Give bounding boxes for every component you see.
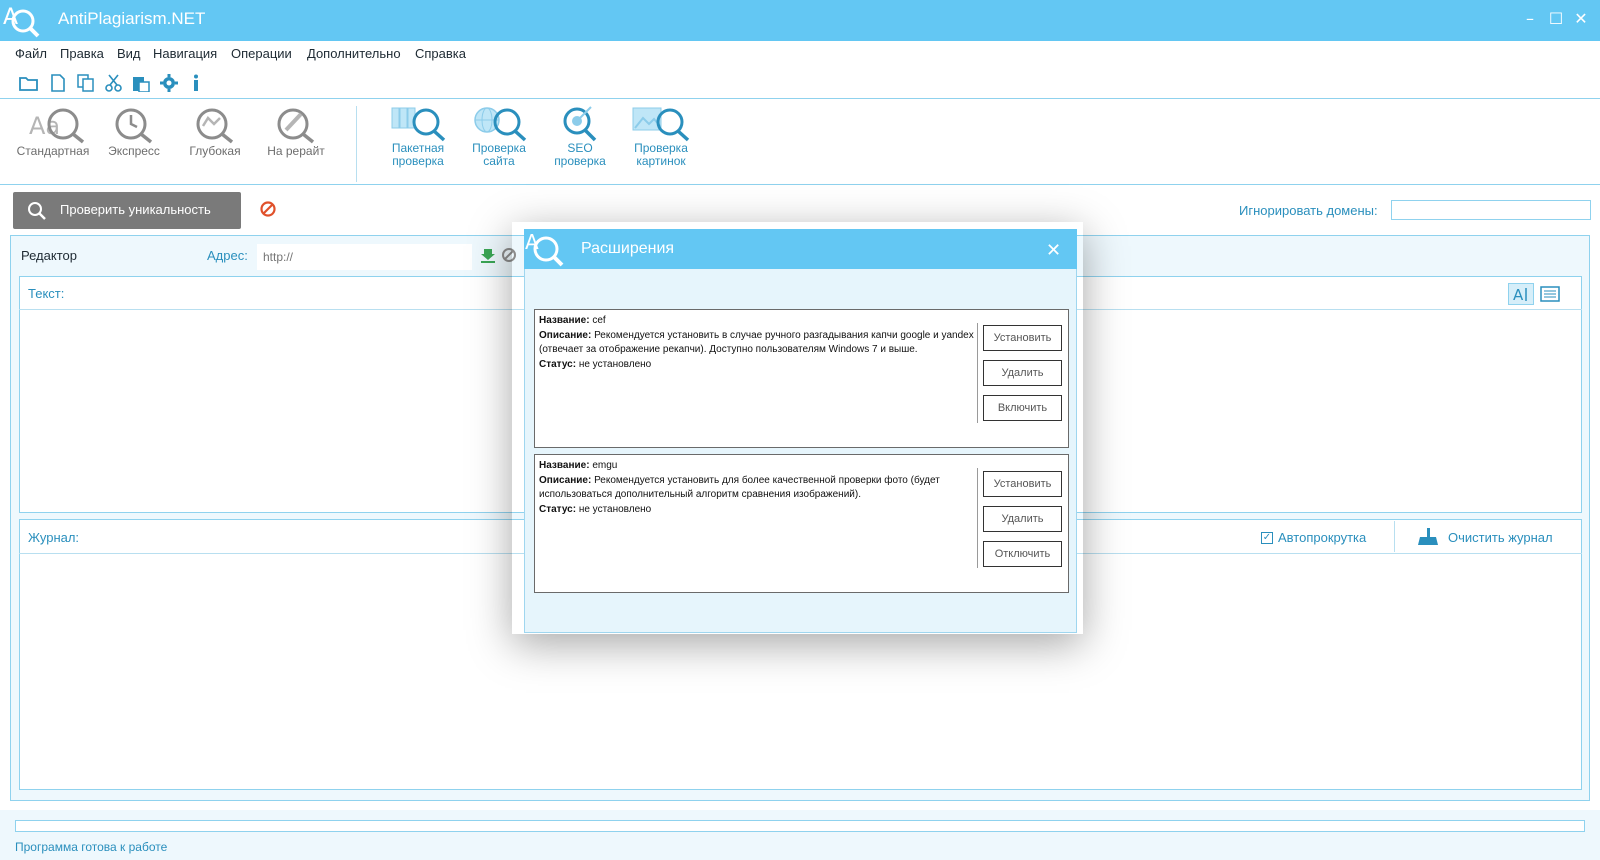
dialog-close-icon[interactable]: ✕ [1046, 240, 1061, 261]
menu-file[interactable]: Файл [15, 46, 47, 61]
menu-navigation[interactable]: Навигация [153, 46, 217, 61]
app-title: AntiPlagiarism.NET [58, 9, 206, 28]
site-globe-icon [474, 107, 527, 142]
close-icon[interactable]: ✕ [1570, 9, 1592, 31]
menu-view[interactable]: Вид [117, 46, 141, 61]
batch-check-icon [391, 107, 446, 142]
ribbon-rewrite-label: На рерайт [267, 144, 325, 158]
deep-check-icon [196, 108, 234, 144]
editor-label: Редактор [21, 248, 77, 263]
ribbon-site-label-line2: сайта [483, 154, 515, 168]
enable-button-cef[interactable]: Включить [983, 395, 1062, 421]
ext-desc: Рекомендуется установить для более качес… [539, 474, 940, 501]
menu-help[interactable]: Справка [415, 46, 466, 61]
ext-status: не установлено [578, 358, 652, 370]
open-folder-icon[interactable] [19, 74, 38, 92]
disable-button-emgu[interactable]: Отключить [983, 541, 1062, 567]
remove-button-emgu[interactable]: Удалить [983, 506, 1062, 532]
ext-desc: Рекомендуется установить в случае ручног… [539, 329, 974, 356]
info-icon[interactable] [191, 74, 209, 92]
copy-icon[interactable] [77, 74, 95, 92]
ext-name: cef [592, 315, 606, 326]
seo-target-icon [563, 106, 597, 142]
ext-name: emgu [592, 460, 618, 471]
dialog-logo-icon: A [524, 229, 568, 273]
ext-desc-label: Описание: [539, 474, 592, 486]
stop-cancel-icon[interactable] [259, 200, 277, 222]
toolbar-divider [0, 98, 1600, 99]
ribbon-express-button[interactable]: Экспресс [89, 104, 179, 158]
standard-check-icon: Aa [29, 108, 85, 144]
ignore-domains-input[interactable] [1391, 200, 1591, 220]
ribbon-deep-label: Глубокая [189, 144, 241, 158]
menu-edit[interactable]: Правка [60, 46, 104, 61]
ext-divider [977, 468, 978, 568]
ignore-domains-label: Игнорировать домены: [1239, 203, 1378, 218]
check-uniqueness-button[interactable]: Проверить уникальность [13, 192, 241, 229]
address-label: Адрес: [207, 248, 248, 263]
progress-bar [15, 820, 1585, 832]
ribbon-rewrite-button[interactable]: На рерайт [251, 104, 341, 158]
autoscroll-checkbox[interactable]: ✓ [1261, 532, 1273, 544]
ribbon-batch-label-line2: проверка [392, 154, 444, 168]
images-picture-icon [632, 107, 690, 142]
log-label: Журнал: [28, 530, 80, 545]
search-icon [28, 202, 46, 220]
maximize-icon[interactable]: ☐ [1545, 9, 1567, 31]
ribbon-divider [0, 184, 1600, 185]
text-mode-icon[interactable]: A [1508, 283, 1534, 305]
app-logo-icon: A [2, 2, 42, 44]
express-clock-icon [115, 108, 153, 144]
ribbon-seo-button[interactable]: SEO проверка [535, 104, 625, 168]
ribbon-deep-button[interactable]: Глубокая [170, 104, 260, 158]
clear-log-button[interactable]: Очистить журнал [1448, 530, 1553, 545]
ribbon-images-label-line2: картинок [636, 154, 686, 168]
extension-info-emgu: Название: emgu Описание: Рекомендуется у… [539, 459, 977, 517]
address-input[interactable] [257, 244, 472, 270]
ext-divider [977, 323, 978, 423]
title-bar [0, 0, 1600, 41]
ribbon-express-label: Экспресс [108, 144, 160, 158]
broom-icon[interactable] [1416, 528, 1438, 550]
remove-button-cef[interactable]: Удалить [983, 360, 1062, 386]
ribbon-seo-label-line2: проверка [554, 154, 606, 168]
cut-icon[interactable] [105, 74, 123, 92]
svg-text:A: A [1513, 286, 1524, 304]
install-button-emgu[interactable]: Установить [983, 471, 1062, 497]
ribbon-images-button[interactable]: Проверка картинок [616, 104, 706, 168]
paste-icon[interactable] [132, 74, 150, 93]
download-icon[interactable] [481, 247, 495, 267]
menu-operations[interactable]: Операции [231, 46, 292, 61]
ext-desc-label: Описание: [539, 329, 592, 341]
ext-status: не установлено [578, 503, 652, 515]
rewrite-pencil-icon [277, 108, 315, 144]
menu-advanced[interactable]: Дополнительно [307, 46, 401, 61]
status-bar [0, 810, 1600, 860]
dialog-title: Расширения [581, 240, 675, 257]
ext-status-label: Статус: [539, 503, 577, 515]
status-text: Программа готова к работе [15, 840, 168, 854]
ext-name-label: Название: [539, 460, 590, 471]
ext-status-label: Статус: [539, 358, 577, 370]
log-toolbar-separator [1394, 521, 1395, 552]
extension-info-cef: Название: cef Описание: Рекомендуется ус… [539, 314, 977, 372]
ribbon-standard-button[interactable]: Aa Стандартная [8, 104, 98, 158]
ribbon-separator [356, 106, 357, 182]
check-uniqueness-label: Проверить уникальность [60, 202, 211, 217]
ext-name-label: Название: [539, 315, 590, 326]
ribbon-batch-button[interactable]: Пакетная проверка [373, 104, 463, 168]
install-button-cef[interactable]: Установить [983, 325, 1062, 351]
ribbon-standard-label: Стандартная [16, 144, 90, 158]
settings-gear-icon[interactable] [160, 74, 178, 92]
ribbon-site-button[interactable]: Проверка сайта [454, 104, 544, 168]
text-label: Текст: [28, 286, 65, 301]
list-mode-icon[interactable] [1540, 286, 1560, 306]
autoscroll-label: Автопрокрутка [1278, 530, 1367, 545]
minimize-icon[interactable]: – [1519, 9, 1541, 31]
new-file-icon[interactable] [50, 74, 68, 92]
